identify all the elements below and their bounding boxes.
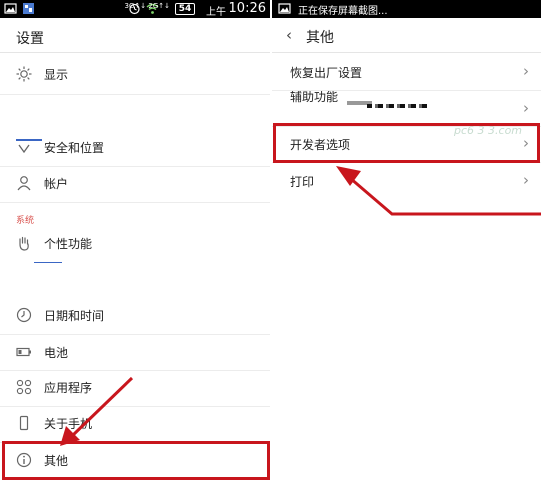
shield-icon bbox=[18, 144, 30, 154]
person-icon bbox=[17, 176, 31, 191]
clock-icon bbox=[16, 307, 32, 323]
settings-item-label: 电池 bbox=[44, 346, 69, 360]
item-label: 打印 bbox=[290, 175, 315, 189]
redaction-scribble bbox=[367, 104, 427, 108]
phone-icon bbox=[19, 415, 29, 431]
other-settings-panel: 正在保存屏幕截图... ‹ 其他 恢复出厂设置 › 辅助功能 › 开发者选项 ›… bbox=[272, 0, 541, 490]
apps-grid-icon bbox=[16, 379, 32, 395]
status-bar: 3G↑↓ 2G↑↓ 54 上午 10:26 bbox=[0, 0, 270, 18]
settings-item-date-time[interactable]: 日期和时间 bbox=[0, 298, 270, 334]
item-factory-reset[interactable]: 恢复出厂设置 › bbox=[272, 54, 541, 90]
settings-item-label: 应用程序 bbox=[44, 381, 93, 395]
battery-icon bbox=[16, 347, 31, 357]
am-pm-label: 上午 bbox=[206, 7, 226, 18]
settings-item-label: 帐户 bbox=[44, 177, 69, 191]
header: ‹ 其他 bbox=[272, 18, 541, 52]
item-print[interactable]: 打印 › bbox=[272, 163, 541, 199]
divider bbox=[0, 52, 270, 53]
signal-icon: 3G↑↓ 2G↑↓ bbox=[124, 2, 170, 10]
settings-panel: 3G↑↓ 2G↑↓ 54 上午 10:26 设置 显示 安全和位置 帐户 系统 … bbox=[0, 0, 270, 490]
divider bbox=[0, 202, 270, 203]
settings-item-label: 安全和位置 bbox=[44, 141, 105, 155]
screenshot-notification-icon bbox=[278, 3, 291, 14]
settings-item-label: 显示 bbox=[44, 68, 69, 82]
divider bbox=[34, 262, 62, 263]
back-icon[interactable]: ‹ bbox=[286, 26, 292, 44]
settings-item-label: 个性功能 bbox=[44, 237, 93, 251]
item-accessibility[interactable]: 辅助功能 › bbox=[272, 91, 541, 127]
settings-item-apps[interactable]: 应用程序 bbox=[0, 370, 270, 406]
divider bbox=[0, 94, 270, 95]
chevron-right-icon: › bbox=[523, 62, 529, 80]
status-bar: 正在保存屏幕截图... bbox=[272, 0, 541, 18]
chevron-right-icon: › bbox=[523, 171, 529, 189]
divider bbox=[272, 52, 541, 53]
settings-item-security[interactable]: 安全和位置 bbox=[0, 130, 270, 166]
page-title: 设置 bbox=[16, 31, 44, 47]
highlight-box-developer-options bbox=[273, 123, 540, 163]
brightness-icon bbox=[16, 66, 32, 82]
settings-item-accounts[interactable]: 帐户 bbox=[0, 166, 270, 202]
app-notification-icon bbox=[23, 3, 34, 14]
clock-time: 10:26 bbox=[228, 1, 266, 16]
section-header-system: 系统 bbox=[16, 216, 35, 226]
settings-item-about-phone[interactable]: 关于手机 bbox=[0, 406, 270, 442]
hand-icon bbox=[19, 236, 29, 251]
settings-item-label: 关于手机 bbox=[44, 417, 93, 431]
settings-item-battery[interactable]: 电池 bbox=[0, 335, 270, 371]
settings-item-label: 日期和时间 bbox=[44, 309, 105, 323]
settings-item-display[interactable]: 显示 bbox=[0, 57, 270, 93]
chevron-right-icon: › bbox=[523, 99, 529, 117]
page-title: 其他 bbox=[306, 30, 334, 46]
settings-item-personalization[interactable]: 个性功能 bbox=[0, 226, 270, 262]
highlight-box-other bbox=[2, 441, 270, 480]
battery-level-icon: 54 bbox=[175, 3, 195, 15]
notification-text: 正在保存屏幕截图... bbox=[298, 6, 388, 17]
item-label: 辅助功能 bbox=[290, 91, 339, 104]
item-label: 恢复出厂设置 bbox=[290, 66, 363, 80]
picture-notification-icon bbox=[4, 3, 17, 14]
